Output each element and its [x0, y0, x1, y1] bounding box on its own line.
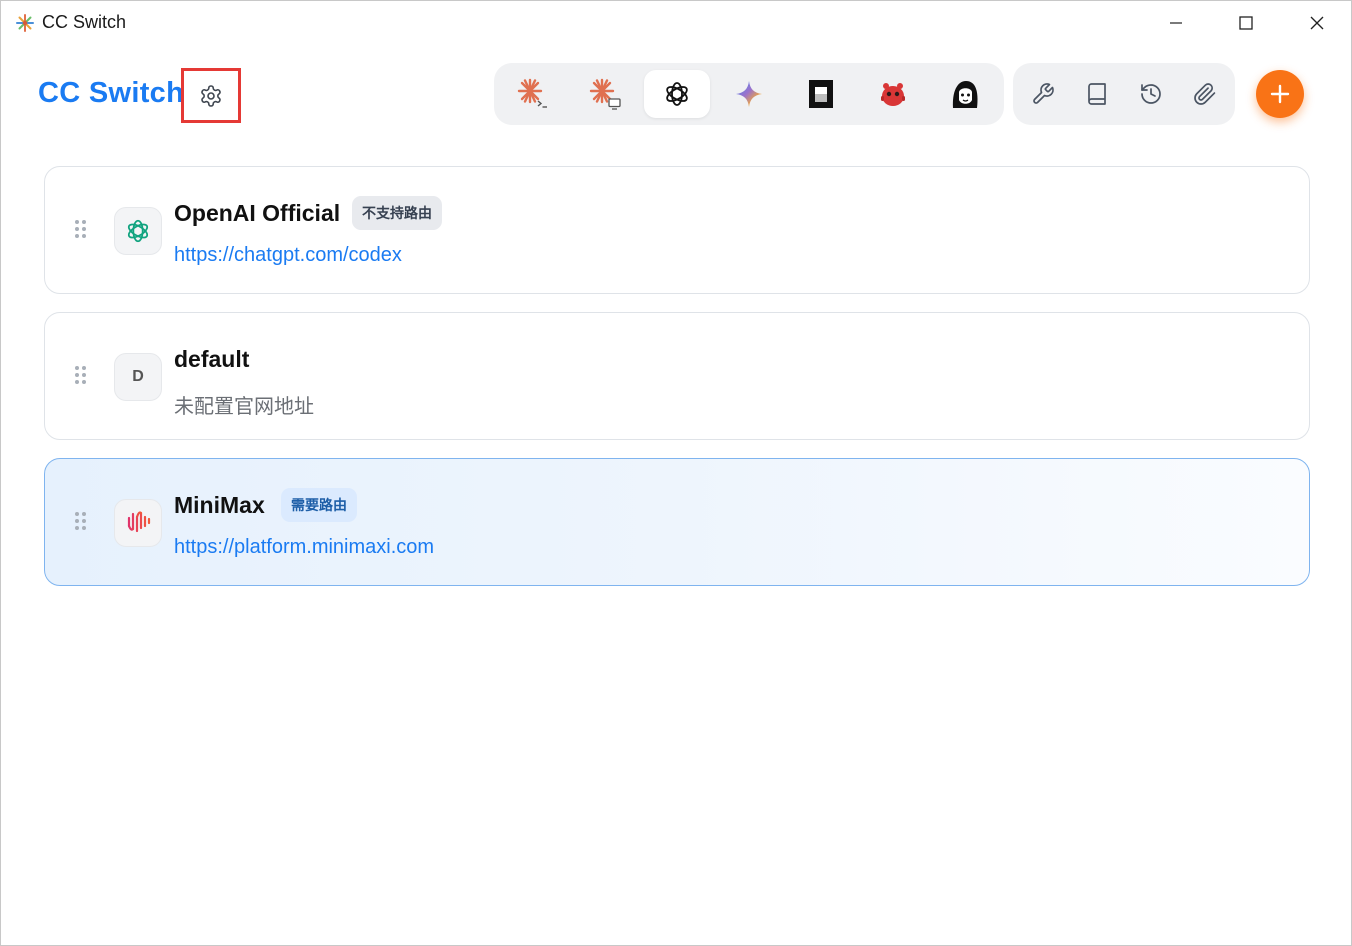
minimax-icon: [123, 511, 151, 533]
provider-url-link[interactable]: https://chatgpt.com/codex: [174, 244, 402, 267]
window-title: CC Switch: [42, 12, 127, 32]
opencode-icon: [809, 80, 833, 108]
provider-url-placeholder: 未配置官网地址: [174, 396, 314, 418]
close-button[interactable]: [1283, 1, 1351, 45]
tab-red-bot[interactable]: [860, 70, 926, 118]
attachments-button[interactable]: [1185, 74, 1225, 114]
minimize-icon: [1170, 22, 1182, 24]
gear-icon: [194, 79, 228, 113]
openai-icon: [666, 82, 688, 106]
wrench-icon: [1033, 83, 1054, 104]
tab-claude-code[interactable]: [500, 70, 566, 118]
provider-avatar: [114, 499, 162, 547]
tools-button[interactable]: [1023, 74, 1063, 114]
provider-name: MiniMax: [174, 492, 265, 518]
toolbar-group: [1013, 63, 1235, 125]
paperclip-icon: [1194, 83, 1216, 105]
claude-terminal-icon: [517, 78, 547, 108]
plus-icon: [1270, 84, 1290, 104]
provider-card-minimax[interactable]: MiniMax 需要路由 https://platform.minimaxi.c…: [44, 458, 1310, 586]
provider-url-link[interactable]: https://platform.minimaxi.com: [174, 536, 434, 559]
provider-name: default: [174, 346, 250, 372]
close-icon: [1310, 16, 1324, 30]
tab-character-app[interactable]: [932, 70, 998, 118]
openai-icon: [127, 219, 149, 243]
maximize-button[interactable]: [1212, 1, 1280, 45]
add-provider-button[interactable]: [1256, 70, 1304, 118]
provider-name: OpenAI Official: [174, 200, 341, 226]
provider-card-default[interactable]: D default 未配置官网地址: [44, 312, 1310, 440]
history-button[interactable]: [1131, 74, 1171, 114]
app-logo-icon: [15, 13, 35, 33]
history-icon: [1141, 84, 1161, 104]
claude-desktop-icon: [589, 78, 621, 110]
maximize-icon: [1239, 16, 1253, 30]
settings-button[interactable]: [181, 68, 241, 123]
drag-handle-icon[interactable]: [75, 366, 87, 386]
app-brand-title: CC Switch: [38, 77, 185, 109]
tab-gemini[interactable]: [716, 70, 782, 118]
docs-button[interactable]: [1077, 74, 1117, 114]
app-switcher: [494, 63, 1004, 125]
drag-handle-icon[interactable]: [75, 220, 87, 240]
red-robot-icon: [881, 83, 905, 106]
provider-card-openai[interactable]: OpenAI Official 不支持路由 https://chatgpt.co…: [44, 166, 1310, 294]
provider-avatar: D: [114, 353, 162, 401]
book-icon: [1088, 83, 1106, 105]
drag-handle-icon[interactable]: [75, 512, 87, 532]
tab-claude-desktop[interactable]: [572, 70, 638, 118]
tab-codex[interactable]: [644, 70, 710, 118]
title-bar: CC Switch: [1, 1, 1351, 45]
routing-badge: 不支持路由: [352, 196, 442, 230]
character-icon: [952, 81, 978, 108]
gemini-icon: [736, 81, 762, 107]
tab-opencode[interactable]: [788, 70, 854, 118]
app-window: CC Switch CC Switch OpenAI Official 不支持路…: [0, 0, 1352, 946]
provider-avatar: [114, 207, 162, 255]
routing-badge: 需要路由: [281, 488, 357, 522]
avatar-letter: D: [132, 368, 144, 385]
minimize-button[interactable]: [1142, 1, 1210, 45]
